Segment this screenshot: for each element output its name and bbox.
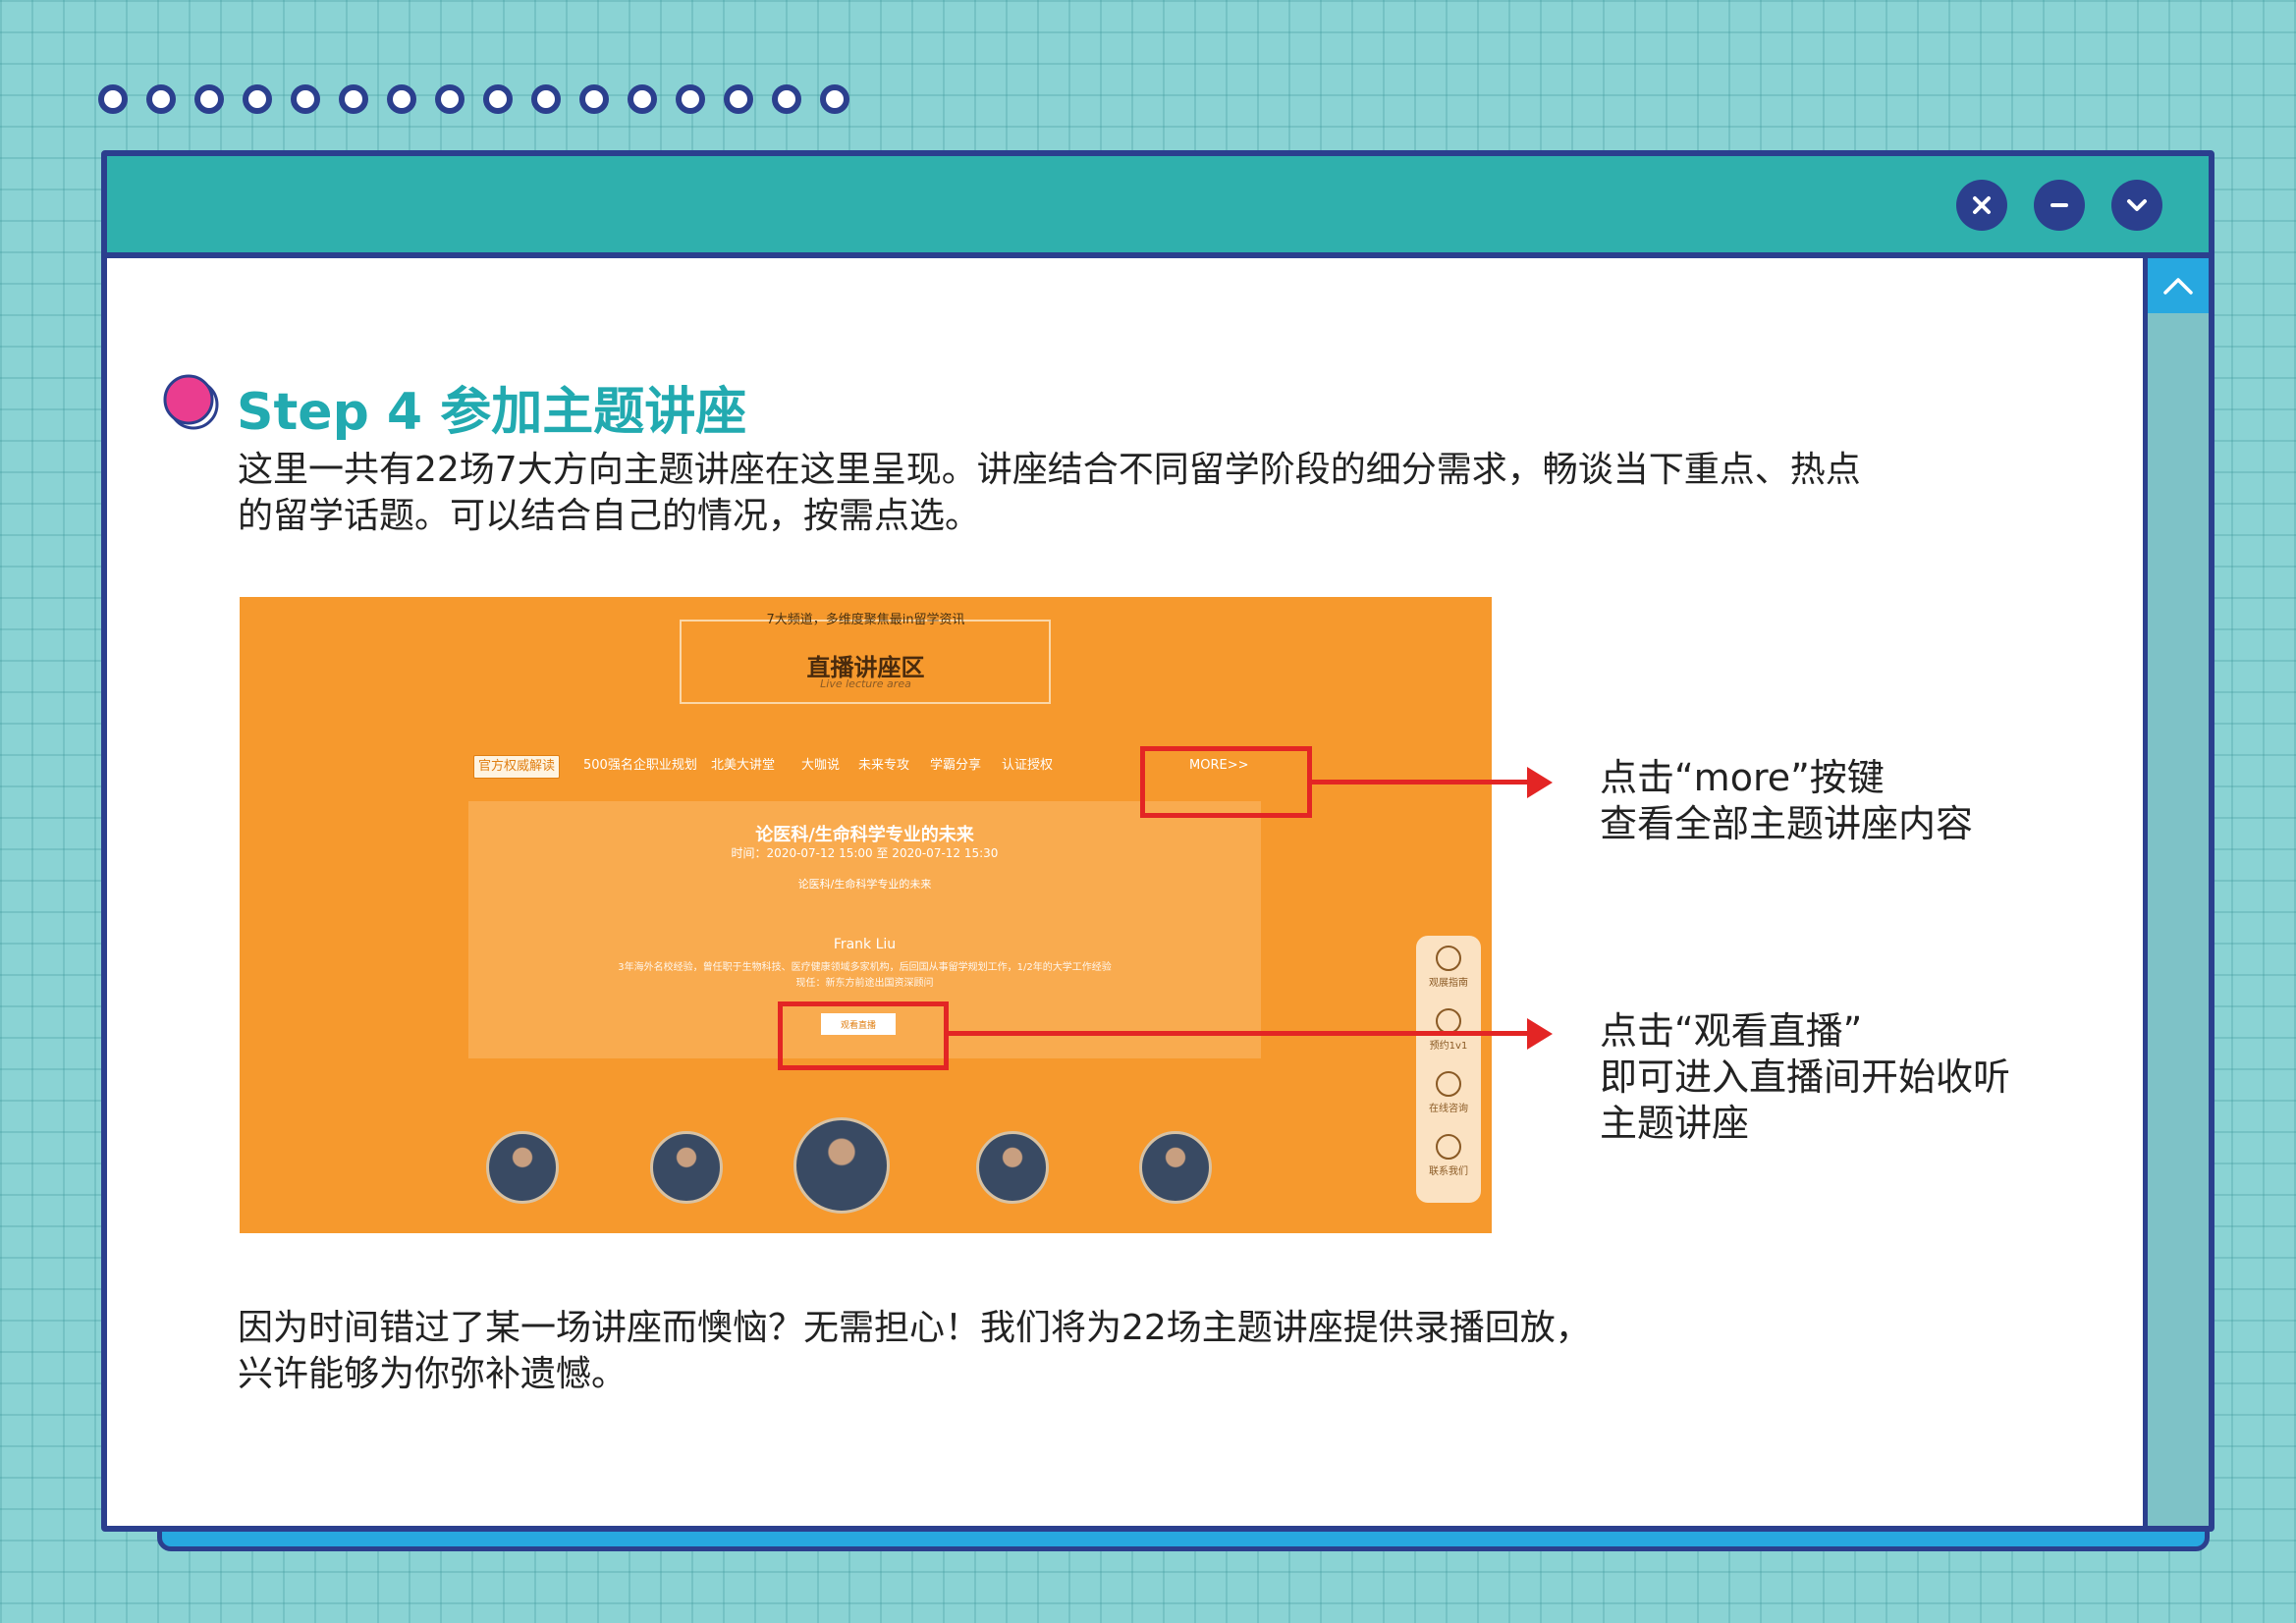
tab-north-america[interactable]: 北美大讲堂 — [711, 755, 775, 777]
compass-icon — [1436, 946, 1461, 971]
sidebar-item-contact[interactable]: 联系我们 — [1416, 1134, 1481, 1177]
ring-dot — [387, 84, 416, 114]
ring-dot — [579, 84, 609, 114]
speaker-avatar[interactable] — [650, 1131, 723, 1204]
tab-career[interactable]: 500强名企职业规划 — [583, 755, 697, 777]
speaker-avatar[interactable] — [976, 1131, 1049, 1204]
ring-dot — [724, 84, 753, 114]
note-line: 因为时间错过了某一场讲座而懊恼？无需担心！我们将为22场主题讲座提供录播回放， — [238, 1308, 1591, 1348]
ring-dot — [483, 84, 513, 114]
sidebar-item-label: 预约1v1 — [1429, 1041, 1468, 1052]
note-line: 兴许能够为你弥补遗憾。 — [238, 1354, 628, 1394]
close-icon — [1973, 196, 1991, 214]
tab-future-major[interactable]: 未来专攻 — [858, 755, 909, 777]
sidebar-item-chat[interactable]: 在线咨询 — [1416, 1071, 1481, 1114]
close-button[interactable] — [1956, 180, 2007, 231]
phone-icon — [1436, 1134, 1461, 1160]
minimize-button[interactable] — [2034, 180, 2085, 231]
annotation-line: 点击“more”按键 — [1600, 756, 1885, 799]
chevron-up-icon — [2163, 278, 2193, 295]
speaker-name: Frank Liu — [833, 937, 897, 952]
intro-line: 这里一共有22场7大方向主题讲座在这里呈现。讲座结合不同留学阶段的细分需求，畅谈… — [238, 450, 1861, 490]
speaker-avatar[interactable] — [793, 1117, 890, 1214]
minimize-icon — [2050, 203, 2068, 207]
arrow-head-icon — [1527, 767, 1553, 798]
annotation-line: 点击“观看直播” — [1600, 1009, 1863, 1053]
scroll-up-button[interactable] — [2148, 258, 2209, 313]
ring-dot — [194, 84, 224, 114]
ring-dot — [820, 84, 849, 114]
collapse-button[interactable] — [2111, 180, 2162, 231]
intro-paragraph: 这里一共有22场7大方向主题讲座在这里呈现。讲座结合不同留学阶段的细分需求，畅谈… — [238, 447, 1861, 539]
sidebar-item-guide[interactable]: 观展指南 — [1416, 946, 1481, 989]
tab-official[interactable]: 官方权威解读 — [473, 755, 561, 779]
replay-note: 因为时间错过了某一场讲座而懊恼？无需担心！我们将为22场主题讲座提供录播回放， … — [238, 1305, 1591, 1397]
speaker-bio: 现任：新东方前途出国资深顾问 — [795, 978, 934, 989]
speaker-avatar[interactable] — [486, 1131, 559, 1204]
window-titlebar — [107, 156, 2209, 258]
ring-dot — [291, 84, 320, 114]
ring-dot — [772, 84, 801, 114]
watch-arrow-line — [949, 1031, 1528, 1036]
section-subtitle: 7大频道，多维度聚焦最in留学资讯 — [766, 613, 965, 627]
chevron-down-icon — [2127, 199, 2147, 211]
vertical-scrollbar[interactable] — [2143, 258, 2209, 1526]
annotation-line: 主题讲座 — [1600, 1102, 1750, 1145]
watch-annotation: 点击“观看直播” 即可进入直播间开始收听 主题讲座 — [1600, 1008, 2010, 1147]
sidebar-item-label: 在线咨询 — [1429, 1104, 1468, 1114]
ring-dot — [628, 84, 657, 114]
arrow-head-icon — [1527, 1018, 1553, 1050]
ring-dot — [531, 84, 561, 114]
sidebar-item-label: 联系我们 — [1429, 1166, 1468, 1177]
app-window: Step 4 参加主题讲座 这里一共有22场7大方向主题讲座在这里呈现。讲座结合… — [101, 150, 2214, 1532]
sidebar-item-label: 观展指南 — [1429, 978, 1468, 989]
sidebar-item-appointment[interactable]: 预约1v1 — [1416, 1008, 1481, 1052]
step-title: Step 4 参加主题讲座 — [237, 383, 747, 442]
ring-dot — [98, 84, 128, 114]
more-arrow-line — [1312, 780, 1528, 784]
ring-dot — [676, 84, 705, 114]
more-annotation: 点击“more”按键 查看全部主题讲座内容 — [1600, 755, 1973, 847]
speaker-avatar[interactable] — [1139, 1131, 1212, 1204]
section-title-english: Live lecture area — [820, 677, 911, 690]
tab-experts[interactable]: 大咖说 — [801, 755, 840, 777]
ring-dot — [339, 84, 368, 114]
lecture-time: 时间：2020-07-12 15:00 至 2020-07-12 15:30 — [731, 846, 999, 860]
ring-dot — [146, 84, 176, 114]
annotation-line: 查看全部主题讲座内容 — [1600, 802, 1974, 845]
annotation-line: 即可进入直播间开始收听 — [1600, 1055, 2011, 1099]
ring-dot — [435, 84, 465, 114]
speaker-bio: 3年海外名校经验，曾任职于生物科技、医疗健康领域多家机构，后回国从事留学规划工作… — [618, 962, 1112, 973]
lecture-title: 论医科/生命科学专业的未来 — [755, 825, 974, 845]
ring-dot — [243, 84, 272, 114]
step-bullet-icon — [163, 374, 219, 430]
decorative-dot-row — [98, 84, 849, 114]
watch-highlight-box — [778, 1001, 949, 1070]
headset-icon — [1436, 1071, 1461, 1097]
floating-sidebar: 观展指南 预约1v1 在线咨询 联系我们 — [1416, 936, 1481, 1203]
tab-top-students[interactable]: 学霸分享 — [930, 755, 981, 777]
lecture-description: 论医科/生命科学专业的未来 — [797, 878, 932, 891]
intro-line: 的留学话题。可以结合自己的情况，按需点选。 — [238, 496, 981, 536]
tab-certification[interactable]: 认证授权 — [1002, 755, 1053, 777]
more-highlight-box — [1140, 746, 1312, 818]
lecture-screenshot: 7大频道，多维度聚焦最in留学资讯 直播讲座区 Live lecture are… — [240, 597, 1492, 1233]
